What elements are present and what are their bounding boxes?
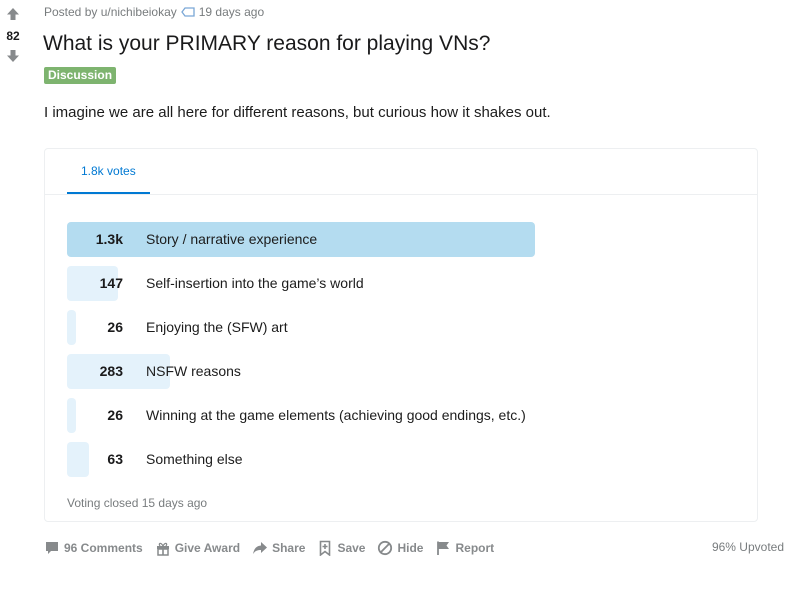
share-arrow-icon xyxy=(253,542,268,554)
save-button[interactable]: Save xyxy=(317,540,365,556)
flag-icon xyxy=(437,541,450,555)
vote-column: 82 xyxy=(0,4,26,66)
share-label: Share xyxy=(272,541,306,555)
downvote-button[interactable] xyxy=(0,46,26,66)
poll-option-label: Enjoying the (SFW) art xyxy=(146,319,288,335)
poll-option: 26 Winning at the game elements (achievi… xyxy=(67,398,727,434)
post-title[interactable]: What is your PRIMARY reason for playing … xyxy=(43,30,490,58)
poll-tabs: 1.8k votes xyxy=(45,149,757,195)
poll-option: 63 Something else xyxy=(67,442,727,478)
tab-votes[interactable]: 1.8k votes xyxy=(67,149,150,194)
poll-option: 283 NSFW reasons xyxy=(67,354,727,390)
post-actions: 96 Comments Give Award Share Save Hide R… xyxy=(44,536,494,560)
poll-option: 1.3k Story / narrative experience xyxy=(67,222,727,258)
gift-icon xyxy=(156,542,169,556)
poll-status: Voting closed 15 days ago xyxy=(67,496,208,510)
upvote-button[interactable] xyxy=(0,4,26,24)
bookmark-icon xyxy=(320,540,331,556)
poll-option: 26 Enjoying the (SFW) art xyxy=(67,310,727,346)
save-label: Save xyxy=(337,541,366,555)
poll-option-count: 26 xyxy=(107,407,123,423)
comments-label: 96 Comments xyxy=(64,541,143,555)
give-award-label: Give Award xyxy=(174,541,241,555)
poll-option-count: 147 xyxy=(99,275,123,291)
poll-option-label: Self-insertion into the game’s world xyxy=(146,275,364,291)
poll-option-label: Winning at the game elements (achieving … xyxy=(146,407,526,423)
report-button[interactable]: Report xyxy=(435,540,494,556)
poll-option-count: 26 xyxy=(107,319,123,335)
poll-card: 1.8k votes 1.3k Story / narrative experi… xyxy=(44,148,758,522)
upvote-ratio: 96% Upvoted xyxy=(711,540,784,554)
report-label: Report xyxy=(455,541,495,555)
poll-option-count: 1.3k xyxy=(95,231,123,247)
poll-option-label: Something else xyxy=(146,451,243,467)
flair-badge[interactable]: Discussion xyxy=(44,67,117,84)
tag-icon xyxy=(180,7,195,17)
comments-button[interactable]: 96 Comments xyxy=(44,540,143,556)
hide-icon xyxy=(378,540,393,556)
poll-options: 1.3k Story / narrative experience 147 Se… xyxy=(67,222,727,486)
share-button[interactable]: Share xyxy=(252,540,305,556)
poll-option-label: Story / narrative experience xyxy=(146,231,318,247)
post-time[interactable]: 19 days ago xyxy=(199,5,264,19)
poll-option-count: 63 xyxy=(107,451,123,467)
downvote-arrow-icon xyxy=(7,50,19,62)
poll-option-label: NSFW reasons xyxy=(146,363,241,379)
hide-label: Hide xyxy=(397,541,424,555)
poll-option-count: 283 xyxy=(99,363,123,379)
post-meta: Posted by u/nichibeiokay 19 days ago xyxy=(44,5,264,19)
comment-icon xyxy=(46,542,58,554)
posted-by-link[interactable]: Posted by u/nichibeiokay xyxy=(44,5,177,19)
hide-button[interactable]: Hide xyxy=(377,540,423,556)
upvote-arrow-icon xyxy=(7,8,19,20)
give-award-button[interactable]: Give Award xyxy=(155,540,240,556)
vote-score: 82 xyxy=(6,29,20,43)
poll-option: 147 Self-insertion into the game’s world xyxy=(67,266,727,302)
post-body: I imagine we are all here for different … xyxy=(44,104,551,121)
